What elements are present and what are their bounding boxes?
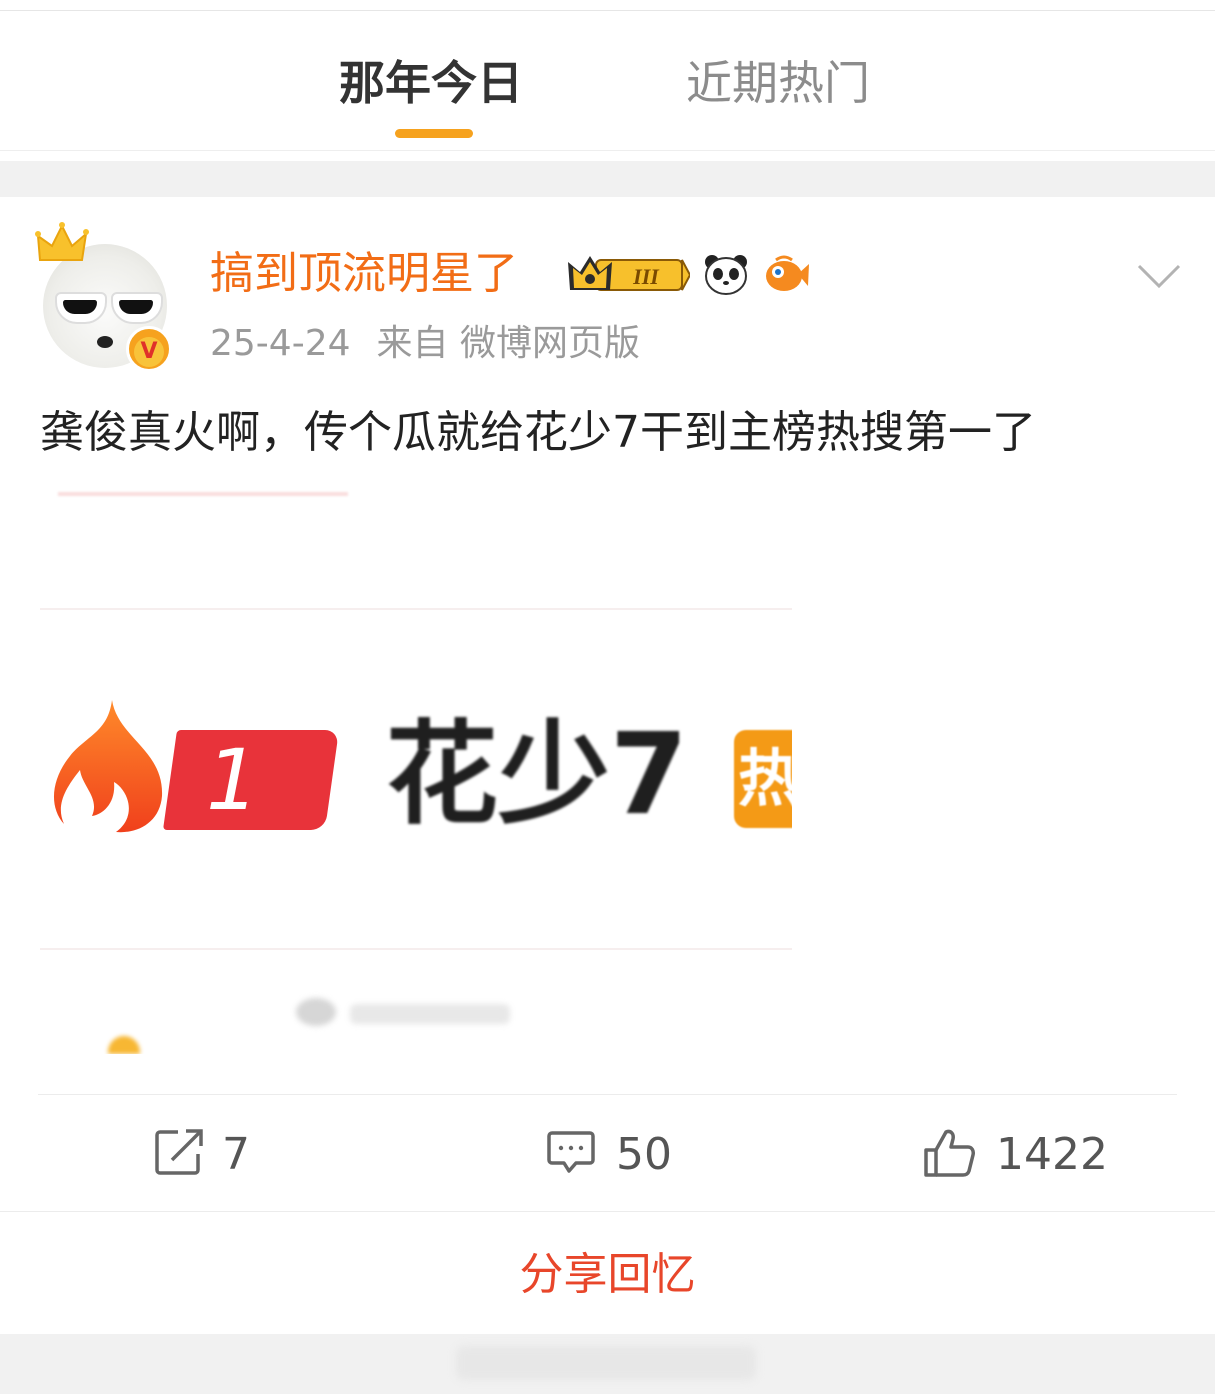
comment-count: 50 <box>616 1129 672 1180</box>
share-memory-bar: 分享回忆 <box>0 1211 1215 1334</box>
avatar-crown-icon <box>35 222 89 261</box>
image-corner-mark <box>108 1036 140 1054</box>
post-meta: 25-4-24 来自 微博网页版 <box>210 322 640 366</box>
share-memory-button[interactable]: 分享回忆 <box>0 1248 1215 1302</box>
next-card-peek <box>456 1346 756 1380</box>
fire-icon <box>53 700 163 833</box>
post-menu-chevron-down-icon[interactable] <box>1136 262 1182 290</box>
weibo-watermark-logo-icon <box>296 998 336 1026</box>
crown-level-badge-icon[interactable]: III <box>566 252 690 296</box>
avatar-lens-left <box>63 300 97 314</box>
hot-tag: 热 <box>734 730 792 828</box>
post-image[interactable]: 1 花少7 热 <box>40 488 792 1054</box>
active-tab-indicator <box>395 129 473 138</box>
comment-icon <box>547 1131 595 1173</box>
like-count: 1422 <box>996 1129 1108 1180</box>
post-text: 龚俊真火啊，传个瓜就给花少7干到主榜热搜第一了 <box>40 407 1036 458</box>
avatar-nose <box>97 336 113 348</box>
panda-badge-icon[interactable] <box>702 252 750 296</box>
image-faint-header <box>58 492 348 496</box>
tab-recent-hot[interactable]: 近期热门 <box>686 57 870 109</box>
thumbs-up-icon <box>924 1129 975 1177</box>
post-date: 25-4-24 <box>210 323 351 364</box>
verified-badge-icon: V <box>126 326 172 372</box>
repost-count: 7 <box>222 1129 250 1180</box>
rank-number: 1 <box>206 731 260 829</box>
image-divider <box>40 608 792 610</box>
actions-divider <box>38 1094 1177 1095</box>
post-source: 来自 微博网页版 <box>376 323 640 364</box>
username[interactable]: 搞到顶流明星了 <box>210 247 518 301</box>
tab-on-this-day[interactable]: 那年今日 <box>339 57 523 109</box>
fish-badge-icon[interactable] <box>762 252 810 296</box>
weibo-watermark <box>296 994 516 1032</box>
weibo-watermark-text <box>350 1004 510 1024</box>
section-gap <box>0 161 1215 197</box>
avatar-lens-right <box>119 300 153 314</box>
svg-text:III: III <box>632 264 660 289</box>
tab-bar: 那年今日 近期热门 <box>0 11 1215 151</box>
hot-search-title: 花少7 <box>386 710 688 840</box>
verified-badge-letter: V <box>134 337 164 367</box>
repost-icon <box>155 1129 203 1175</box>
image-divider-bottom <box>40 948 792 950</box>
